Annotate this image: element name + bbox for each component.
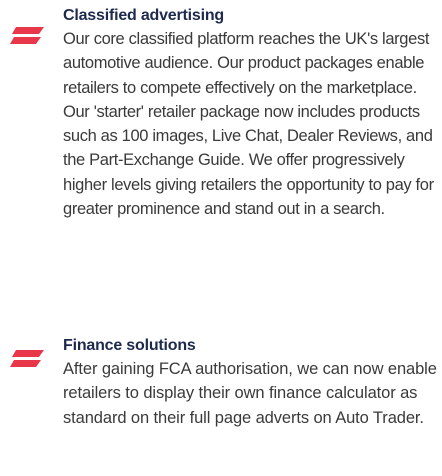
red-slash-bullet-icon [10, 350, 44, 368]
red-slash-bullet-icon [10, 27, 44, 45]
section-body: After gaining FCA authorisation, we can … [63, 360, 437, 427]
section-body: Our core classified platform reaches the… [63, 30, 434, 219]
section-heading: Finance solutions [63, 337, 196, 354]
section-heading: Classified advertising [63, 7, 224, 24]
